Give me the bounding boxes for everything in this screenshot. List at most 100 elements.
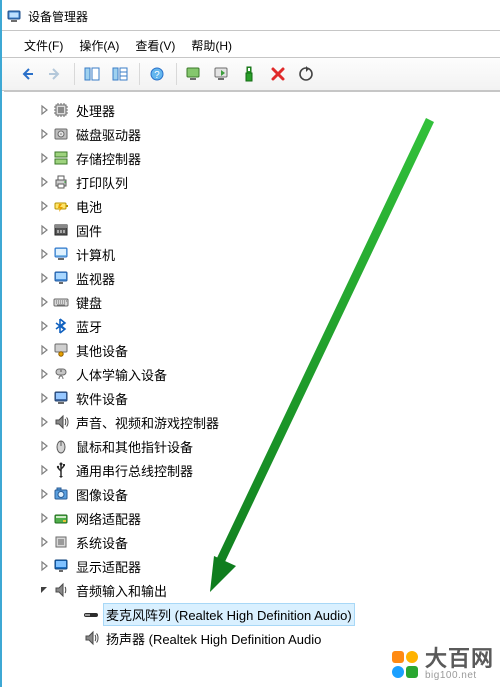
tree-item-label: 网络适配器 [74, 508, 143, 529]
disk-icon [52, 125, 70, 143]
menu-file[interactable]: 文件(F) [16, 34, 71, 57]
expand-icon[interactable] [36, 414, 52, 430]
expand-icon[interactable] [36, 390, 52, 406]
category-other[interactable]: 其他设备 [4, 338, 500, 362]
expand-icon[interactable] [36, 510, 52, 526]
tree-item-label: 软件设备 [74, 388, 130, 409]
expand-icon[interactable] [36, 246, 52, 262]
category-computer[interactable]: 计算机 [4, 242, 500, 266]
toolbar-scan-button[interactable] [181, 61, 207, 87]
category-mouse[interactable]: 鼠标和其他指针设备 [4, 434, 500, 458]
imaging-icon [52, 485, 70, 503]
expand-icon[interactable] [36, 222, 52, 238]
tree-item-label: 扬声器 (Realtek High Definition Audio [104, 628, 323, 649]
tree-item-label: 磁盘驱动器 [74, 124, 143, 145]
category-monitor[interactable]: 监视器 [4, 266, 500, 290]
system-icon [52, 533, 70, 551]
device-speaker[interactable]: 扬声器 (Realtek High Definition Audio [4, 626, 500, 650]
hid-icon [52, 365, 70, 383]
delete-icon [270, 66, 286, 82]
tree-item-label: 其他设备 [74, 340, 130, 361]
toolbar-separator [74, 63, 75, 85]
collapse-icon[interactable] [36, 582, 52, 598]
refresh-icon [298, 66, 314, 82]
expand-icon[interactable] [36, 126, 52, 142]
expand-icon[interactable] [36, 318, 52, 334]
software-icon [52, 389, 70, 407]
toolbar-refresh-button[interactable] [293, 61, 319, 87]
toolbar-details-button[interactable] [79, 61, 105, 87]
category-imaging[interactable]: 图像设备 [4, 482, 500, 506]
tree-item-label: 存储控制器 [74, 148, 143, 169]
category-disk[interactable]: 磁盘驱动器 [4, 122, 500, 146]
toolbar-help-button[interactable]: ? [144, 61, 170, 87]
category-sound[interactable]: 声音、视频和游戏控制器 [4, 410, 500, 434]
firmware-icon [52, 221, 70, 239]
category-keyboard[interactable]: 键盘 [4, 290, 500, 314]
tree-item-label: 电池 [74, 196, 104, 217]
category-storage[interactable]: 存储控制器 [4, 146, 500, 170]
toolbar-back-button[interactable] [14, 61, 40, 87]
toolbar-uninstall-button[interactable] [265, 61, 291, 87]
expand-icon[interactable] [36, 462, 52, 478]
no-expander [66, 630, 82, 646]
expand-icon[interactable] [36, 342, 52, 358]
category-cpu[interactable]: 处理器 [4, 98, 500, 122]
category-system[interactable]: 系统设备 [4, 530, 500, 554]
monitor-scan-icon [186, 66, 202, 82]
tree-item-label: 系统设备 [74, 532, 130, 553]
tree-item-label: 监视器 [74, 268, 117, 289]
expand-icon[interactable] [36, 558, 52, 574]
category-network[interactable]: 网络适配器 [4, 506, 500, 530]
tree-item-label: 鼠标和其他指针设备 [74, 436, 195, 457]
expand-icon[interactable] [36, 294, 52, 310]
category-firmware[interactable]: 固件 [4, 218, 500, 242]
display-icon [52, 557, 70, 575]
toolbar-enable-button[interactable] [237, 61, 263, 87]
expand-icon[interactable] [36, 366, 52, 382]
category-hid[interactable]: 人体学输入设备 [4, 362, 500, 386]
help-icon: ? [149, 66, 165, 82]
category-printer[interactable]: 打印队列 [4, 170, 500, 194]
arrow-right-icon [47, 66, 63, 82]
expand-icon[interactable] [36, 270, 52, 286]
tiles-icon [112, 66, 128, 82]
svg-text:?: ? [154, 70, 160, 81]
toolbar: ? [2, 58, 500, 91]
expand-icon[interactable] [36, 150, 52, 166]
tree-item-label: 打印队列 [74, 172, 130, 193]
menu-view[interactable]: 查看(V) [127, 34, 183, 57]
sound-icon [52, 413, 70, 431]
tree-item-label: 图像设备 [74, 484, 130, 505]
tree-item-label: 声音、视频和游戏控制器 [74, 412, 221, 433]
expand-icon[interactable] [36, 438, 52, 454]
storage-icon [52, 149, 70, 167]
expand-icon[interactable] [36, 486, 52, 502]
category-display[interactable]: 显示适配器 [4, 554, 500, 578]
usb-icon [52, 461, 70, 479]
monitor-update-icon [214, 66, 230, 82]
category-audio-io[interactable]: 音频输入和输出 [4, 578, 500, 602]
mic-icon [82, 605, 100, 623]
menu-help[interactable]: 帮助(H) [183, 34, 240, 57]
menu-action[interactable]: 操作(A) [71, 34, 127, 57]
expand-icon[interactable] [36, 534, 52, 550]
no-expander [66, 606, 82, 622]
toolbar-tiles-button[interactable] [107, 61, 133, 87]
window-title: 设备管理器 [28, 8, 88, 25]
expand-icon[interactable] [36, 198, 52, 214]
tree-item-label: 显示适配器 [74, 556, 143, 577]
app-icon [6, 8, 22, 24]
expand-icon[interactable] [36, 174, 52, 190]
category-bluetooth[interactable]: 蓝牙 [4, 314, 500, 338]
category-usb[interactable]: 通用串行总线控制器 [4, 458, 500, 482]
category-software[interactable]: 软件设备 [4, 386, 500, 410]
expand-icon[interactable] [36, 102, 52, 118]
device-mic[interactable]: 麦克风阵列 (Realtek High Definition Audio) [4, 602, 500, 626]
toolbar-forward-button[interactable] [42, 61, 68, 87]
computer-icon [52, 245, 70, 263]
category-battery[interactable]: 电池 [4, 194, 500, 218]
tree-item-label: 蓝牙 [74, 316, 104, 337]
toolbar-update-driver-button[interactable] [209, 61, 235, 87]
device-tree-panel[interactable]: 处理器磁盘驱动器存储控制器打印队列电池固件计算机监视器键盘蓝牙其他设备人体学输入… [4, 91, 500, 687]
